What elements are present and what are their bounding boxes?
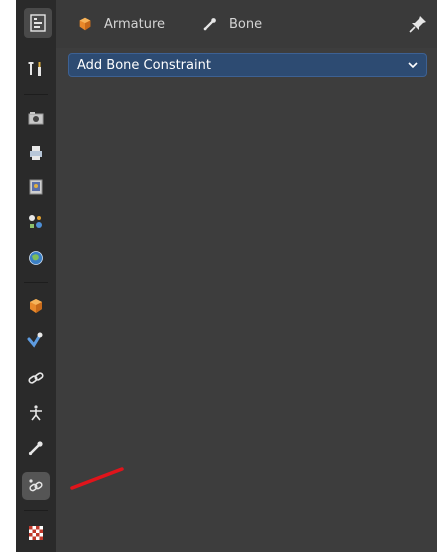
tab-object-data[interactable] <box>22 399 50 427</box>
checkerboard-icon <box>29 526 43 540</box>
bone-constraint-icon <box>29 479 43 492</box>
tab-separator <box>24 510 48 511</box>
bone-icon <box>201 15 219 33</box>
tab-modifiers[interactable] <box>22 326 50 354</box>
breadcrumb-label: Bone <box>229 16 263 32</box>
editor-type-button[interactable] <box>24 8 52 38</box>
add-bone-constraint-dropdown[interactable]: Add Bone Constraint <box>68 53 427 77</box>
tab-scene[interactable] <box>22 208 50 236</box>
scene-icon <box>29 215 42 228</box>
armature-object-icon <box>76 15 94 33</box>
breadcrumb-bone[interactable]: Bone <box>201 14 262 34</box>
tab-output[interactable] <box>22 139 50 167</box>
wrench-blue-icon <box>27 332 43 348</box>
breadcrumb-label: Armature <box>104 16 166 32</box>
globe-icon <box>29 251 43 265</box>
tab-world[interactable] <box>22 244 50 272</box>
bone-icon <box>28 441 43 456</box>
printer-icon <box>30 146 42 160</box>
properties-tab-bar <box>16 0 56 552</box>
tab-bone-constraints[interactable] <box>22 472 50 500</box>
tab-render[interactable] <box>22 104 50 132</box>
image-stack-icon <box>29 179 43 195</box>
tab-object-constraints[interactable] <box>22 364 50 392</box>
properties-editor-icon <box>30 14 46 32</box>
bone-constraints-panel: Add Bone Constraint <box>56 48 437 552</box>
tab-texture[interactable] <box>22 519 50 547</box>
chevron-down-icon <box>408 62 418 69</box>
wrench-screwdriver-icon <box>28 62 41 76</box>
tab-separator <box>24 282 48 283</box>
properties-header: Armature Bone <box>24 0 437 48</box>
tab-separator <box>24 94 48 95</box>
chain-link-icon <box>28 372 44 384</box>
tab-view-layer[interactable] <box>22 173 50 201</box>
breadcrumb-armature[interactable]: Armature <box>76 14 165 34</box>
tab-bone[interactable] <box>22 434 50 462</box>
pin-icon <box>409 16 426 33</box>
cube-icon <box>30 299 42 313</box>
tab-object[interactable] <box>22 292 50 320</box>
camera-back-icon <box>28 112 44 125</box>
armature-figure-icon <box>30 405 42 421</box>
add-bone-constraint-label: Add Bone Constraint <box>77 57 211 73</box>
pin-button[interactable] <box>408 14 428 34</box>
tab-tool[interactable] <box>22 55 50 83</box>
